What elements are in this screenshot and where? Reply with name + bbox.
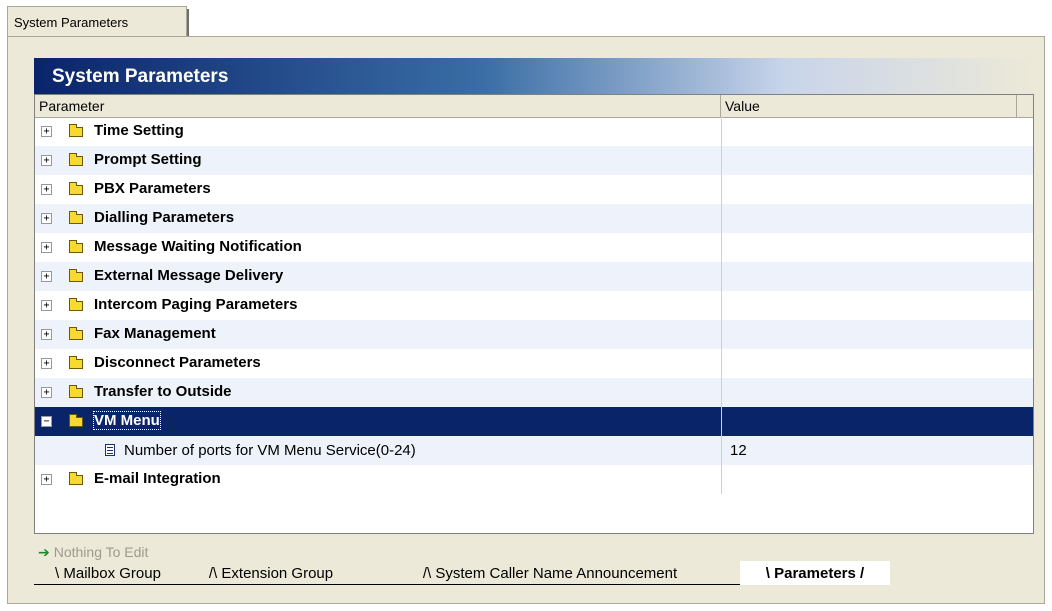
column-header-filler	[1017, 95, 1033, 117]
status-line: ➔ Nothing To Edit	[38, 544, 148, 561]
tree-row-pbx-parameters[interactable]: + PBX Parameters	[35, 175, 1033, 204]
folder-icon	[69, 356, 83, 369]
bottom-tab-strip: \ Mailbox Group /\ Extension Group /\ Sy…	[34, 561, 1034, 587]
folder-icon	[69, 211, 83, 224]
tree-row-label: Intercom Paging Parameters	[94, 296, 298, 313]
tree-row-intercom-paging-parameters[interactable]: + Intercom Paging Parameters	[35, 291, 1033, 320]
value-cell	[721, 204, 1017, 233]
tree-row-vm-menu-ports[interactable]: Number of ports for VM Menu Service(0-24…	[35, 436, 1033, 465]
value-cell	[721, 407, 1017, 436]
expand-icon[interactable]: +	[41, 126, 52, 137]
folder-icon	[69, 182, 83, 195]
tree-row-transfer-to-outside[interactable]: + Transfer to Outside	[35, 378, 1033, 407]
tree-row-prompt-setting[interactable]: + Prompt Setting	[35, 146, 1033, 175]
expand-icon[interactable]: +	[41, 387, 52, 398]
value-cell	[721, 175, 1017, 204]
tree-row-label: Fax Management	[94, 325, 216, 342]
tab-extension-group[interactable]: /\ Extension Group	[182, 561, 360, 585]
tab-parameters[interactable]: \ Parameters /	[740, 561, 890, 585]
folder-icon	[69, 298, 83, 311]
folder-icon	[69, 124, 83, 137]
tree-row-label: PBX Parameters	[94, 180, 211, 197]
value-cell	[721, 233, 1017, 262]
status-text: Nothing To Edit	[53, 544, 149, 560]
tree-row-label: E-mail Integration	[94, 470, 221, 487]
tree-row-disconnect-parameters[interactable]: + Disconnect Parameters	[35, 349, 1033, 378]
value-cell	[721, 320, 1017, 349]
folder-icon	[69, 385, 83, 398]
tab-label: Extension Group	[221, 565, 334, 582]
tree-row-email-integration[interactable]: + E-mail Integration	[35, 465, 1033, 494]
tree-row-label: Disconnect Parameters	[94, 354, 261, 371]
main-panel: System Parameters Parameter Value + Time …	[7, 36, 1045, 604]
tab-label: Parameters	[774, 565, 856, 582]
tab-label: Mailbox Group	[63, 565, 161, 582]
panel-title: System Parameters	[52, 66, 229, 87]
value-cell	[721, 291, 1017, 320]
folder-icon	[69, 414, 83, 427]
tree-row-fax-management[interactable]: + Fax Management	[35, 320, 1033, 349]
expand-icon[interactable]: +	[41, 184, 52, 195]
tree-row-dialling-parameters[interactable]: + Dialling Parameters	[35, 204, 1033, 233]
folder-icon	[69, 269, 83, 282]
folder-icon	[69, 240, 83, 253]
value-cell	[721, 117, 1017, 146]
tree-row-label: External Message Delivery	[94, 267, 284, 284]
expand-icon[interactable]: +	[41, 155, 52, 166]
top-tab-strip: System Parameters	[0, 0, 1052, 40]
expand-icon[interactable]: +	[41, 242, 52, 253]
tree-row-label: Number of ports for VM Menu Service(0-24…	[124, 442, 416, 459]
folder-icon	[69, 153, 83, 166]
arrow-right-icon: ➔	[38, 544, 50, 560]
tab-system-caller-name-announcement[interactable]: /\ System Caller Name Announcement	[360, 561, 740, 585]
column-header-parameter[interactable]: Parameter	[35, 95, 721, 117]
tree-row-label: Dialling Parameters	[94, 209, 235, 226]
expand-icon[interactable]: +	[41, 213, 52, 224]
tree-row-label: VM Menu	[93, 411, 161, 430]
tree-row-time-setting[interactable]: + Time Setting	[35, 117, 1033, 146]
tree-row-external-message-delivery[interactable]: + External Message Delivery	[35, 262, 1033, 291]
value-cell	[721, 378, 1017, 407]
tree-row-message-waiting-notification[interactable]: + Message Waiting Notification	[35, 233, 1033, 262]
expand-icon[interactable]: +	[41, 358, 52, 369]
value-cell	[721, 465, 1017, 494]
value-cell	[721, 146, 1017, 175]
tree-row-vm-menu[interactable]: − VM Menu	[35, 407, 1033, 436]
column-header-row: Parameter Value	[35, 95, 1033, 118]
expand-icon[interactable]: +	[41, 300, 52, 311]
value-cell[interactable]: 12	[721, 436, 1017, 465]
tab-system-parameters[interactable]: System Parameters	[7, 6, 189, 36]
folder-icon	[69, 472, 83, 485]
value-cell	[721, 349, 1017, 378]
folder-icon	[69, 327, 83, 340]
tree-row-label: Prompt Setting	[94, 151, 202, 168]
expand-icon[interactable]: +	[41, 329, 52, 340]
tab-label: System Caller Name Announcement	[435, 565, 678, 582]
collapse-icon[interactable]: −	[41, 416, 52, 427]
expand-icon[interactable]: +	[41, 474, 52, 485]
tree-row-label: Time Setting	[94, 122, 184, 139]
tree-row-label: Transfer to Outside	[94, 383, 232, 400]
tree-row-label: Message Waiting Notification	[94, 238, 302, 255]
expand-icon[interactable]: +	[41, 271, 52, 282]
parameter-grid: Parameter Value + Time Setting + Prompt Se…	[34, 94, 1034, 534]
document-icon	[105, 444, 115, 456]
column-header-value[interactable]: Value	[721, 95, 1017, 117]
tab-mailbox-group[interactable]: \ Mailbox Group	[34, 561, 182, 585]
panel-header: System Parameters	[34, 58, 1034, 94]
value-cell	[721, 262, 1017, 291]
